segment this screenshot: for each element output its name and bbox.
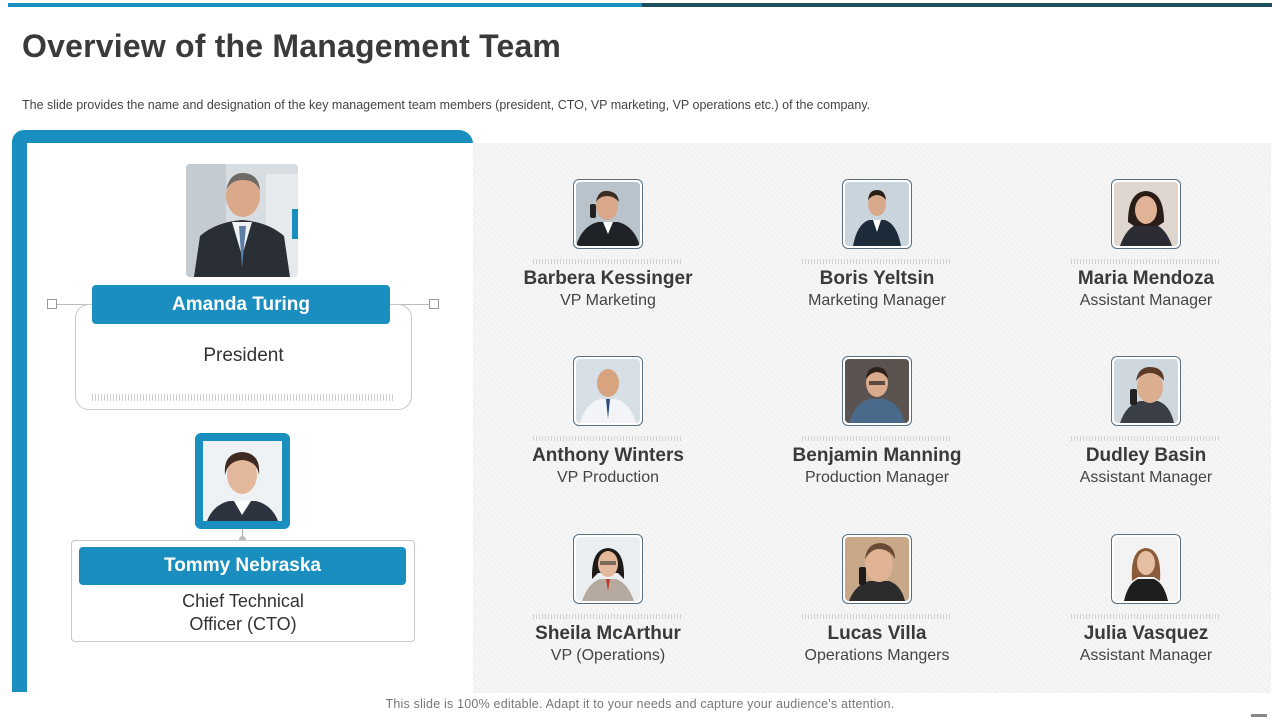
president-dotted-divider xyxy=(92,394,394,401)
team-member-name: Julia Vasquez xyxy=(1083,623,1209,644)
team-member-photo xyxy=(842,534,912,604)
team-member-name: Anthony Winters xyxy=(532,445,684,466)
team-member-role: Assistant Manager xyxy=(1079,292,1213,309)
page-subtitle: The slide provides the name and designat… xyxy=(22,98,871,112)
team-member-role: Assistant Manager xyxy=(1079,469,1213,486)
dotted-divider xyxy=(533,259,683,264)
dotted-divider xyxy=(802,614,952,619)
dotted-divider xyxy=(533,436,683,441)
team-member-photo xyxy=(1111,179,1181,249)
team-member-name: Boris Yeltsin xyxy=(819,268,935,289)
team-member-photo xyxy=(573,179,643,249)
team-member-name: Dudley Basin xyxy=(1085,445,1207,466)
team-member-role: VP Production xyxy=(557,469,659,486)
connector-node-left xyxy=(47,299,57,309)
team-member-name: Sheila McArthur xyxy=(535,623,681,644)
cto-photo-frame xyxy=(195,433,290,529)
dotted-divider xyxy=(802,259,952,264)
connector-node-right xyxy=(429,299,439,309)
president-role: President xyxy=(203,345,284,366)
team-member-photo xyxy=(573,356,643,426)
team-member-role: Production Manager xyxy=(804,469,950,486)
team-member-photo xyxy=(842,356,912,426)
corner-mark xyxy=(1251,714,1267,717)
team-member-name: Benjamin Manning xyxy=(792,445,962,466)
team-member-name: Barbera Kessinger xyxy=(523,268,693,289)
cto-photo xyxy=(203,441,282,521)
cto-role: Chief Technical Officer (CTO) xyxy=(71,590,415,636)
team-member-role: Operations Mangers xyxy=(804,647,950,664)
team-member-role: VP (Operations) xyxy=(550,647,666,664)
dotted-divider xyxy=(1071,259,1221,264)
team-member-photo xyxy=(1111,534,1181,604)
president-name: Amanda Turing xyxy=(92,285,390,324)
team-member-photo xyxy=(842,179,912,249)
team-member-role: Marketing Manager xyxy=(808,292,946,309)
dotted-divider xyxy=(802,436,952,441)
dotted-divider xyxy=(1071,614,1221,619)
page-title: Overview of the Management Team xyxy=(22,28,562,64)
team-member-role: VP Marketing xyxy=(560,292,656,309)
cto-role-line1: Chief Technical xyxy=(182,591,304,611)
dotted-divider xyxy=(533,614,683,619)
top-accent-bar-dark xyxy=(642,3,1272,7)
team-member-photo xyxy=(573,534,643,604)
cto-role-line2: Officer (CTO) xyxy=(189,614,297,634)
footer-note: This slide is 100% editable. Adapt it to… xyxy=(385,697,895,711)
president-photo xyxy=(186,164,298,277)
team-member-name: Lucas Villa xyxy=(827,623,927,644)
team-member-photo xyxy=(1111,356,1181,426)
cto-name: Tommy Nebraska xyxy=(79,547,406,585)
dotted-divider xyxy=(1071,436,1221,441)
team-member-name: Maria Mendoza xyxy=(1077,268,1215,289)
team-member-role: Assistant Manager xyxy=(1079,647,1213,664)
top-accent-bar xyxy=(8,3,642,7)
